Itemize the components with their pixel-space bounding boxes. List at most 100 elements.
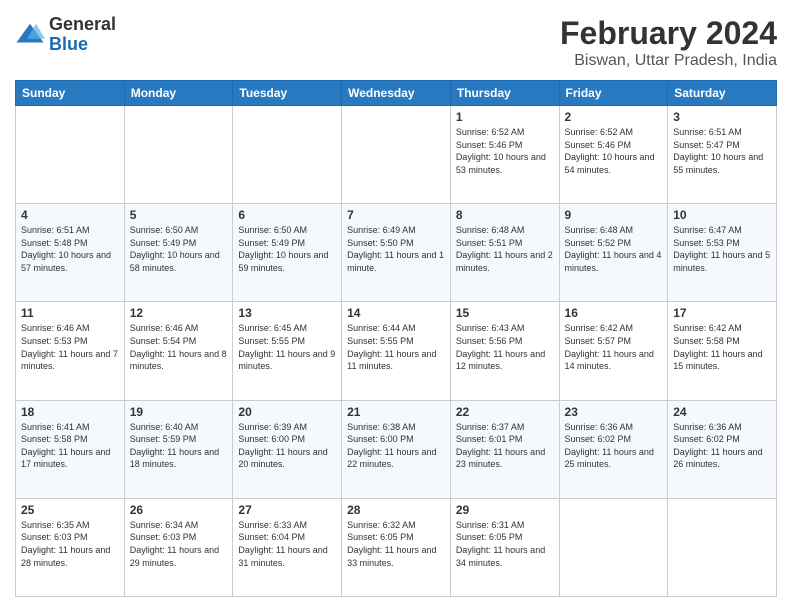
calendar-cell: 25 Sunrise: 6:35 AM Sunset: 6:03 PM Dayli… bbox=[16, 498, 125, 596]
logo-blue: Blue bbox=[49, 35, 116, 55]
calendar-cell: 1 Sunrise: 6:52 AM Sunset: 5:46 PM Daylig… bbox=[450, 106, 559, 204]
day-number: 29 bbox=[456, 503, 554, 517]
day-number: 11 bbox=[21, 306, 119, 320]
day-info: Sunrise: 6:34 AM Sunset: 6:03 PM Dayligh… bbox=[130, 519, 228, 569]
day-header-thursday: Thursday bbox=[450, 81, 559, 106]
day-info: Sunrise: 6:42 AM Sunset: 5:57 PM Dayligh… bbox=[565, 322, 663, 372]
day-number: 14 bbox=[347, 306, 445, 320]
calendar-cell: 6 Sunrise: 6:50 AM Sunset: 5:49 PM Daylig… bbox=[233, 204, 342, 302]
day-info: Sunrise: 6:48 AM Sunset: 5:51 PM Dayligh… bbox=[456, 224, 554, 274]
day-number: 25 bbox=[21, 503, 119, 517]
day-info: Sunrise: 6:31 AM Sunset: 6:05 PM Dayligh… bbox=[456, 519, 554, 569]
day-info: Sunrise: 6:51 AM Sunset: 5:47 PM Dayligh… bbox=[673, 126, 771, 176]
calendar-cell: 10 Sunrise: 6:47 AM Sunset: 5:53 PM Dayli… bbox=[668, 204, 777, 302]
day-number: 1 bbox=[456, 110, 554, 124]
day-header-tuesday: Tuesday bbox=[233, 81, 342, 106]
day-info: Sunrise: 6:43 AM Sunset: 5:56 PM Dayligh… bbox=[456, 322, 554, 372]
calendar-cell bbox=[559, 498, 668, 596]
calendar-cell: 21Sunrise: 6:38 AM Sunset: 6:00 PM Dayli… bbox=[342, 400, 451, 498]
day-info: Sunrise: 6:42 AM Sunset: 5:58 PM Dayligh… bbox=[673, 322, 771, 372]
calendar-cell: 17 Sunrise: 6:42 AM Sunset: 5:58 PM Dayli… bbox=[668, 302, 777, 400]
day-number: 17 bbox=[673, 306, 771, 320]
calendar-cell: 11 Sunrise: 6:46 AM Sunset: 5:53 PM Dayli… bbox=[16, 302, 125, 400]
day-number: 13 bbox=[238, 306, 336, 320]
header: General Blue February 2024 Biswan, Uttar… bbox=[15, 15, 777, 70]
calendar-week-2: 4 Sunrise: 6:51 AM Sunset: 5:48 PM Daylig… bbox=[16, 204, 777, 302]
calendar-cell: 23 Sunrise: 6:36 AM Sunset: 6:02 PM Dayli… bbox=[559, 400, 668, 498]
calendar-cell: 5 Sunrise: 6:50 AM Sunset: 5:49 PM Daylig… bbox=[124, 204, 233, 302]
day-number: 23 bbox=[565, 405, 663, 419]
day-number: 9 bbox=[565, 208, 663, 222]
calendar-table: SundayMondayTuesdayWednesdayThursdayFrid… bbox=[15, 80, 777, 597]
day-info: Sunrise: 6:46 AM Sunset: 5:53 PM Dayligh… bbox=[21, 322, 119, 372]
day-info: Sunrise: 6:36 AM Sunset: 6:02 PM Dayligh… bbox=[673, 421, 771, 471]
day-info: Sunrise: 6:37 AM Sunset: 6:01 PM Dayligh… bbox=[456, 421, 554, 471]
day-number: 24 bbox=[673, 405, 771, 419]
day-number: 5 bbox=[130, 208, 228, 222]
day-info: Sunrise: 6:39 AM Sunset: 6:00 PM Dayligh… bbox=[238, 421, 336, 471]
day-info: Sunrise: 6:52 AM Sunset: 5:46 PM Dayligh… bbox=[456, 126, 554, 176]
calendar-cell bbox=[124, 106, 233, 204]
calendar-week-3: 11 Sunrise: 6:46 AM Sunset: 5:53 PM Dayli… bbox=[16, 302, 777, 400]
day-info: Sunrise: 6:52 AM Sunset: 5:46 PM Dayligh… bbox=[565, 126, 663, 176]
day-number: 27 bbox=[238, 503, 336, 517]
day-number: 3 bbox=[673, 110, 771, 124]
calendar-cell: 12 Sunrise: 6:46 AM Sunset: 5:54 PM Dayli… bbox=[124, 302, 233, 400]
logo-general: General bbox=[49, 15, 116, 35]
day-info: Sunrise: 6:41 AM Sunset: 5:58 PM Dayligh… bbox=[21, 421, 119, 471]
calendar-week-1: 1 Sunrise: 6:52 AM Sunset: 5:46 PM Daylig… bbox=[16, 106, 777, 204]
day-info: Sunrise: 6:46 AM Sunset: 5:54 PM Dayligh… bbox=[130, 322, 228, 372]
day-info: Sunrise: 6:32 AM Sunset: 6:05 PM Dayligh… bbox=[347, 519, 445, 569]
subtitle: Biswan, Uttar Pradesh, India bbox=[560, 52, 777, 70]
day-number: 4 bbox=[21, 208, 119, 222]
logo-text: General Blue bbox=[49, 15, 116, 55]
calendar-cell: 3 Sunrise: 6:51 AM Sunset: 5:47 PM Daylig… bbox=[668, 106, 777, 204]
day-number: 8 bbox=[456, 208, 554, 222]
day-info: Sunrise: 6:50 AM Sunset: 5:49 PM Dayligh… bbox=[130, 224, 228, 274]
day-info: Sunrise: 6:35 AM Sunset: 6:03 PM Dayligh… bbox=[21, 519, 119, 569]
day-info: Sunrise: 6:44 AM Sunset: 5:55 PM Dayligh… bbox=[347, 322, 445, 372]
day-info: Sunrise: 6:38 AM Sunset: 6:00 PM Dayligh… bbox=[347, 421, 445, 471]
calendar-cell bbox=[668, 498, 777, 596]
day-header-saturday: Saturday bbox=[668, 81, 777, 106]
day-info: Sunrise: 6:49 AM Sunset: 5:50 PM Dayligh… bbox=[347, 224, 445, 274]
day-info: Sunrise: 6:47 AM Sunset: 5:53 PM Dayligh… bbox=[673, 224, 771, 274]
day-number: 18 bbox=[21, 405, 119, 419]
day-header-monday: Monday bbox=[124, 81, 233, 106]
calendar-cell: 7 Sunrise: 6:49 AM Sunset: 5:50 PM Daylig… bbox=[342, 204, 451, 302]
calendar-cell: 24 Sunrise: 6:36 AM Sunset: 6:02 PM Dayli… bbox=[668, 400, 777, 498]
day-info: Sunrise: 6:51 AM Sunset: 5:48 PM Dayligh… bbox=[21, 224, 119, 274]
day-header-sunday: Sunday bbox=[16, 81, 125, 106]
title-block: February 2024 Biswan, Uttar Pradesh, Ind… bbox=[560, 15, 777, 70]
calendar-cell: 20Sunrise: 6:39 AM Sunset: 6:00 PM Dayli… bbox=[233, 400, 342, 498]
logo-icon bbox=[15, 20, 45, 50]
day-number: 19 bbox=[130, 405, 228, 419]
calendar-cell: 9 Sunrise: 6:48 AM Sunset: 5:52 PM Daylig… bbox=[559, 204, 668, 302]
day-info: Sunrise: 6:48 AM Sunset: 5:52 PM Dayligh… bbox=[565, 224, 663, 274]
calendar-week-5: 25 Sunrise: 6:35 AM Sunset: 6:03 PM Dayli… bbox=[16, 498, 777, 596]
calendar-header-row: SundayMondayTuesdayWednesdayThursdayFrid… bbox=[16, 81, 777, 106]
day-info: Sunrise: 6:33 AM Sunset: 6:04 PM Dayligh… bbox=[238, 519, 336, 569]
main-title: February 2024 bbox=[560, 15, 777, 52]
calendar-week-4: 18 Sunrise: 6:41 AM Sunset: 5:58 PM Dayli… bbox=[16, 400, 777, 498]
calendar-cell: 16Sunrise: 6:42 AM Sunset: 5:57 PM Dayli… bbox=[559, 302, 668, 400]
day-number: 12 bbox=[130, 306, 228, 320]
day-info: Sunrise: 6:50 AM Sunset: 5:49 PM Dayligh… bbox=[238, 224, 336, 274]
logo: General Blue bbox=[15, 15, 116, 55]
day-number: 2 bbox=[565, 110, 663, 124]
calendar-cell bbox=[342, 106, 451, 204]
calendar-cell: 13Sunrise: 6:45 AM Sunset: 5:55 PM Dayli… bbox=[233, 302, 342, 400]
calendar-cell: 26Sunrise: 6:34 AM Sunset: 6:03 PM Dayli… bbox=[124, 498, 233, 596]
calendar-cell: 27 Sunrise: 6:33 AM Sunset: 6:04 PM Dayli… bbox=[233, 498, 342, 596]
day-number: 7 bbox=[347, 208, 445, 222]
calendar-cell: 8 Sunrise: 6:48 AM Sunset: 5:51 PM Daylig… bbox=[450, 204, 559, 302]
day-info: Sunrise: 6:36 AM Sunset: 6:02 PM Dayligh… bbox=[565, 421, 663, 471]
calendar-cell: 4 Sunrise: 6:51 AM Sunset: 5:48 PM Daylig… bbox=[16, 204, 125, 302]
calendar-cell: 15 Sunrise: 6:43 AM Sunset: 5:56 PM Dayli… bbox=[450, 302, 559, 400]
day-number: 22 bbox=[456, 405, 554, 419]
day-number: 10 bbox=[673, 208, 771, 222]
day-number: 15 bbox=[456, 306, 554, 320]
calendar-cell: 18 Sunrise: 6:41 AM Sunset: 5:58 PM Dayli… bbox=[16, 400, 125, 498]
calendar-cell: 28Sunrise: 6:32 AM Sunset: 6:05 PM Dayli… bbox=[342, 498, 451, 596]
day-number: 6 bbox=[238, 208, 336, 222]
